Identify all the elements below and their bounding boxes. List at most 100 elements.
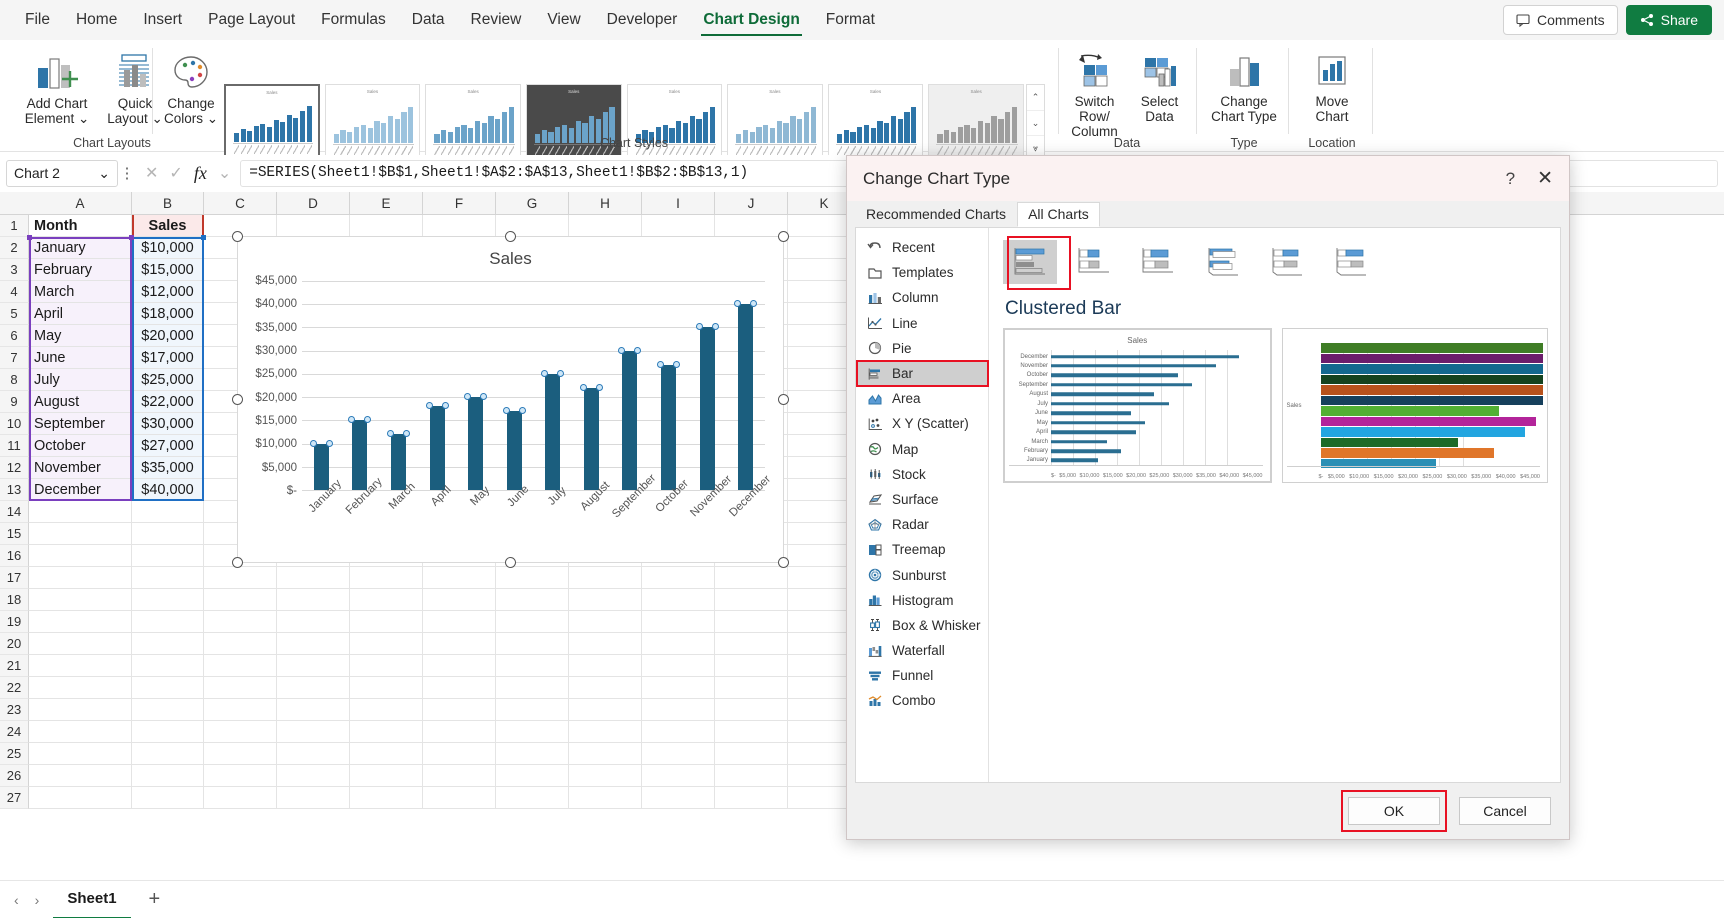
chart-title[interactable]: Sales xyxy=(238,249,783,269)
chart-bar-october[interactable] xyxy=(656,360,680,490)
cell-B8[interactable]: $25,000 xyxy=(132,369,204,391)
cell-empty[interactable] xyxy=(715,699,788,721)
row-header-21[interactable]: 21 xyxy=(0,655,29,677)
row-header-3[interactable]: 3 xyxy=(0,259,29,281)
cell-empty[interactable] xyxy=(350,721,423,743)
cancel-edit-icon[interactable]: ✕ xyxy=(145,163,158,183)
cell-empty[interactable] xyxy=(350,677,423,699)
chart-subtype-option-3[interactable] xyxy=(1131,240,1185,284)
chart-subtype-row[interactable] xyxy=(1003,240,1548,284)
cell-empty[interactable] xyxy=(29,699,132,721)
data-point-handle[interactable] xyxy=(750,300,758,308)
cell-empty[interactable] xyxy=(642,721,715,743)
chart-bar-june[interactable] xyxy=(502,407,526,490)
cell-empty[interactable] xyxy=(132,567,204,589)
chart-bar-february[interactable] xyxy=(348,416,372,490)
cell-empty[interactable] xyxy=(569,611,642,633)
row-header-7[interactable]: 7 xyxy=(0,347,29,369)
data-point-handle[interactable] xyxy=(595,383,603,391)
cell-empty[interactable] xyxy=(715,567,788,589)
cell-empty[interactable] xyxy=(642,743,715,765)
column-header-h[interactable]: H xyxy=(569,192,642,215)
data-point-handle[interactable] xyxy=(386,430,394,438)
add-chart-element-button[interactable]: Add Chart Element ⌄ xyxy=(18,46,96,126)
cell-empty[interactable] xyxy=(277,677,350,699)
cell-empty[interactable] xyxy=(569,765,642,787)
chevron-down-icon[interactable]: ⌄ xyxy=(218,163,231,183)
chart-type-item-line[interactable]: Line xyxy=(856,311,988,336)
chart-type-item-funnel[interactable]: Funnel xyxy=(856,663,988,688)
cell-empty[interactable] xyxy=(350,215,423,237)
cell-empty[interactable] xyxy=(350,567,423,589)
cell-A2[interactable]: January xyxy=(29,237,132,259)
cell-A9[interactable]: August xyxy=(29,391,132,413)
cell-empty[interactable] xyxy=(204,787,277,809)
chart-type-item-radar[interactable]: Radar xyxy=(856,512,988,537)
ribbon-tab-view[interactable]: View xyxy=(534,0,593,40)
chart-bar-march[interactable] xyxy=(386,430,410,490)
cell-empty[interactable] xyxy=(29,765,132,787)
data-point-handle[interactable] xyxy=(309,439,317,447)
ribbon-tab-home[interactable]: Home xyxy=(63,0,130,40)
chart-type-item-waterfall[interactable]: Waterfall xyxy=(856,638,988,663)
chart-type-item-sunburst[interactable]: Sunburst xyxy=(856,562,988,587)
chart-type-item-bar[interactable]: Bar xyxy=(856,360,988,387)
cell-A5[interactable]: April xyxy=(29,303,132,325)
chart-object[interactable]: Sales $45,000 $40,000 $35,000 $30,000 $25,00… xyxy=(237,236,784,563)
cell-empty[interactable] xyxy=(277,655,350,677)
ribbon-tab-page-layout[interactable]: Page Layout xyxy=(195,0,308,40)
add-sheet-icon[interactable]: + xyxy=(131,888,179,911)
cell-empty[interactable] xyxy=(642,633,715,655)
chart-type-item-area[interactable]: Area xyxy=(856,386,988,411)
cell-A6[interactable]: May xyxy=(29,325,132,347)
chart-resize-handle-br[interactable] xyxy=(778,557,789,568)
chart-resize-handle-tr[interactable] xyxy=(778,231,789,242)
cell-empty[interactable] xyxy=(204,743,277,765)
chart-bar-september[interactable] xyxy=(618,346,642,490)
row-header-18[interactable]: 18 xyxy=(0,589,29,611)
ribbon-tab-developer[interactable]: Developer xyxy=(594,0,691,40)
move-chart-button[interactable]: Move Chart xyxy=(1293,46,1371,124)
chart-type-item-combo[interactable]: Combo xyxy=(856,688,988,713)
column-header-f[interactable]: F xyxy=(423,192,496,215)
row-header-10[interactable]: 10 xyxy=(0,413,29,435)
chart-type-item-surface[interactable]: Surface xyxy=(856,487,988,512)
row-header-2[interactable]: 2 xyxy=(0,237,29,259)
cell-empty[interactable] xyxy=(496,743,569,765)
cell-A4[interactable]: March xyxy=(29,281,132,303)
cell-empty[interactable] xyxy=(204,567,277,589)
tab-recommended-charts[interactable]: Recommended Charts xyxy=(855,202,1017,227)
cell-empty[interactable] xyxy=(29,721,132,743)
cell-B11[interactable]: $27,000 xyxy=(132,435,204,457)
cell-empty[interactable] xyxy=(715,677,788,699)
cell-empty[interactable] xyxy=(350,589,423,611)
cell-empty[interactable] xyxy=(29,743,132,765)
cell-empty[interactable] xyxy=(29,655,132,677)
cell-empty[interactable] xyxy=(569,721,642,743)
cell-empty[interactable] xyxy=(29,589,132,611)
chart-subtype-option-1[interactable] xyxy=(1003,240,1057,284)
row-header-1[interactable]: 1 xyxy=(0,215,29,237)
cell-empty[interactable] xyxy=(277,215,350,237)
cell-empty[interactable] xyxy=(642,699,715,721)
chart-resize-handle-bl[interactable] xyxy=(232,557,243,568)
cell-empty[interactable] xyxy=(132,765,204,787)
cell-empty[interactable] xyxy=(423,215,496,237)
ribbon-tab-file[interactable]: File xyxy=(12,0,63,40)
cell-empty[interactable] xyxy=(496,787,569,809)
chart-resize-handle-tc[interactable] xyxy=(505,231,516,242)
chart-type-item-templates[interactable]: Templates xyxy=(856,260,988,285)
row-header-16[interactable]: 16 xyxy=(0,545,29,567)
cell-empty[interactable] xyxy=(132,611,204,633)
row-header-11[interactable]: 11 xyxy=(0,435,29,457)
column-header-i[interactable]: I xyxy=(642,192,715,215)
cancel-button[interactable]: Cancel xyxy=(1459,797,1551,825)
cell-empty[interactable] xyxy=(277,699,350,721)
cell-empty[interactable] xyxy=(423,699,496,721)
cell-empty[interactable] xyxy=(204,677,277,699)
row-header-27[interactable]: 27 xyxy=(0,787,29,809)
cell-empty[interactable] xyxy=(29,633,132,655)
cell-A12[interactable]: November xyxy=(29,457,132,479)
row-header-24[interactable]: 24 xyxy=(0,721,29,743)
chart-subtype-option-4[interactable] xyxy=(1195,240,1249,284)
